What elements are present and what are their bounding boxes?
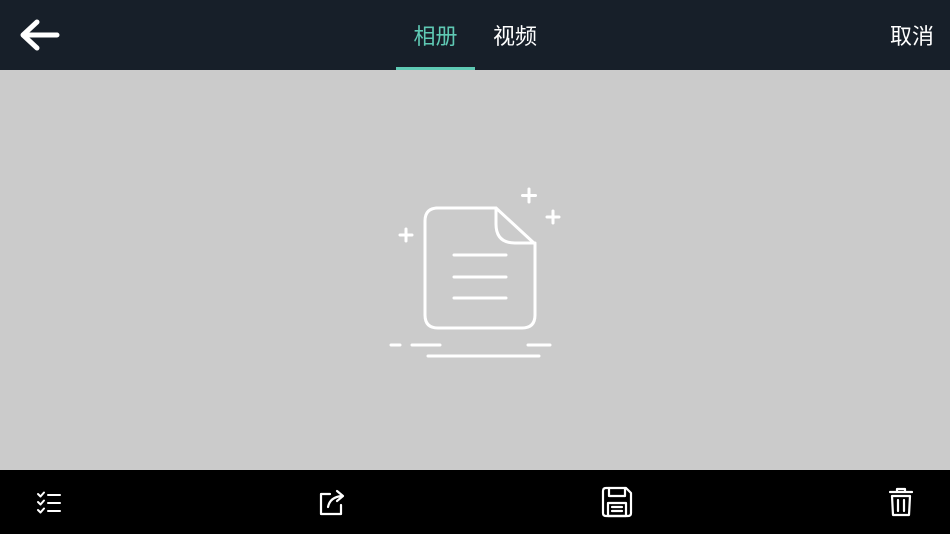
- top-bar: 相册 视频 取消: [0, 0, 950, 70]
- delete-button[interactable]: [883, 484, 919, 520]
- tab-video-label: 视频: [492, 25, 537, 50]
- tab-video[interactable]: 视频: [478, 0, 552, 70]
- trash-icon: [889, 487, 913, 517]
- share-icon: [319, 489, 345, 516]
- save-icon: [601, 486, 633, 518]
- tab-album-label: 相册: [413, 25, 458, 50]
- select-button[interactable]: [31, 484, 67, 520]
- cancel-label: 取消: [889, 25, 934, 50]
- save-button[interactable]: [599, 484, 635, 520]
- share-button[interactable]: [315, 484, 351, 520]
- arrow-left-icon: [20, 19, 60, 51]
- checklist-icon: [37, 491, 61, 514]
- cancel-button[interactable]: 取消: [890, 0, 934, 70]
- tab-album[interactable]: 相册: [396, 0, 475, 70]
- bottom-toolbar: [0, 470, 950, 534]
- media-content-area: [0, 70, 950, 470]
- empty-document-icon: [389, 187, 561, 358]
- back-button[interactable]: [14, 13, 64, 57]
